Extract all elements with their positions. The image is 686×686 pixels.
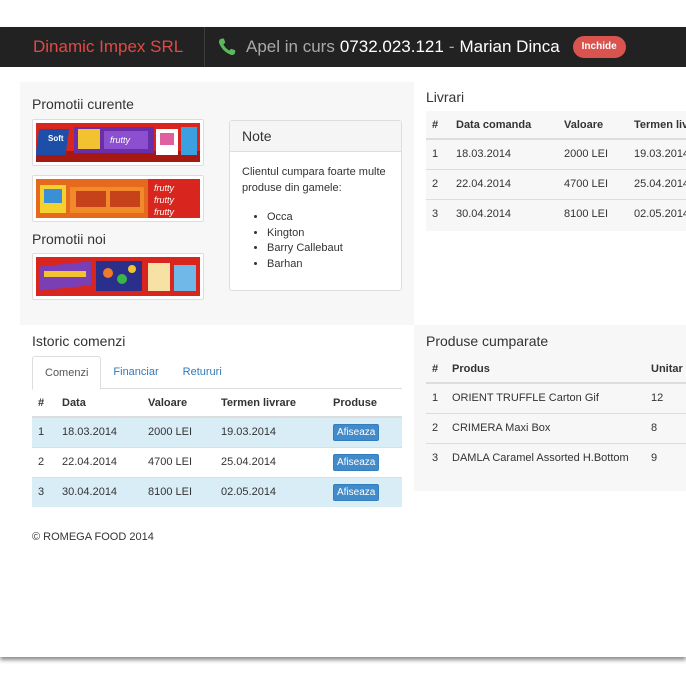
row-index: 2 (32, 446, 56, 477)
show-products-button[interactable]: Afiseaza (333, 483, 380, 501)
tab-comenzi[interactable]: Comenzi (32, 356, 102, 390)
order-history-table: # Data Valoare Termen livrare Produse 1 … (32, 389, 402, 507)
row-index: 3 (32, 476, 56, 507)
note-brand-list: Occa Kington Barry Callebaut Barhan (242, 210, 389, 272)
table-row: 1 18.03.2014 2000 LEI 19.03.2014 (426, 138, 686, 169)
show-products-button[interactable]: Afiseaza (333, 453, 380, 471)
row-index: 1 (32, 416, 56, 447)
column-header: Termen livrare (215, 389, 327, 418)
product-name: ORIENT TRUFFLE Carton Gif (446, 382, 645, 413)
column-header: Valoare (142, 389, 215, 418)
delivery-term: 02.05.2014 (628, 198, 686, 229)
caller-name: Marian Dinca (459, 37, 560, 56)
svg-text:frutty: frutty (154, 207, 175, 217)
brand-name[interactable]: Dinamic Impex SRL (0, 27, 205, 67)
table-row: 2 CRIMERA Maxi Box 8 (426, 412, 686, 443)
promo-image-1[interactable]: Soft frutty (32, 119, 204, 166)
note-brand-item: Barhan (267, 257, 389, 273)
order-date: 18.03.2014 (450, 138, 558, 169)
svg-text:Soft: Soft (48, 134, 64, 143)
promo-image-3[interactable] (32, 253, 204, 300)
order-date: 18.03.2014 (56, 416, 142, 447)
order-value: 8100 LEI (558, 198, 628, 229)
order-value: 8100 LEI (142, 476, 215, 507)
deliveries-panel: # Data comanda Valoare Termen livrare 1 … (426, 111, 686, 231)
app-window: Dinamic Impex SRL Apel in curs 0732.023.… (0, 27, 686, 657)
purchased-products-table: # Produs Unitar 1 ORIENT TRUFFLE Carton … (426, 355, 686, 473)
note-text: Clientul cumpara foarte multe produse di… (242, 166, 386, 194)
delivery-term: 19.03.2014 (215, 416, 327, 447)
column-header: Data (56, 389, 142, 418)
deliveries-title: Livrari (426, 89, 465, 105)
delivery-term: 25.04.2014 (215, 446, 327, 477)
order-date: 30.04.2014 (56, 476, 142, 507)
order-value: 2000 LEI (142, 416, 215, 447)
note-brand-item: Kington (267, 226, 389, 242)
table-row[interactable]: 3 30.04.2014 8100 LEI 02.05.2014 Afiseaz… (32, 476, 402, 507)
order-value: 2000 LEI (558, 138, 628, 169)
note-brand-item: Occa (267, 210, 389, 226)
delivery-term: 02.05.2014 (215, 476, 327, 507)
column-header: Data comanda (450, 111, 558, 140)
note-brand-item: Barry Callebaut (267, 241, 389, 257)
call-status: Apel in curs 0732.023.121 - Marian Dinca… (205, 27, 626, 67)
current-promotions-title: Promotii curente (32, 96, 134, 112)
promo-image-2[interactable]: frutty frutty frutty (32, 175, 204, 222)
tab-financiar[interactable]: Financiar (101, 356, 170, 389)
table-row: 3 30.04.2014 8100 LEI 02.05.2014 (426, 198, 686, 229)
products-table-wrap: # Produs Unitar 1 ORIENT TRUFFLE Carton … (426, 355, 686, 473)
row-index: 3 (426, 198, 450, 229)
table-row: 1 ORIENT TRUFFLE Carton Gif 12 (426, 382, 686, 413)
product-name: DAMLA Caramel Assorted H.Bottom (446, 442, 645, 473)
svg-text:frutty: frutty (154, 183, 175, 193)
history-tabs: Comenzi Financiar Retururi (32, 356, 402, 390)
column-header: # (426, 355, 446, 384)
delivery-term: 25.04.2014 (628, 168, 686, 199)
column-header: # (32, 389, 56, 418)
column-header: # (426, 111, 450, 140)
show-products-button[interactable]: Afiseaza (333, 423, 380, 441)
top-navbar: Dinamic Impex SRL Apel in curs 0732.023.… (0, 27, 686, 67)
table-row: 3 DAMLA Caramel Assorted H.Bottom 9 (426, 442, 686, 473)
phone-icon (217, 37, 237, 57)
note-panel: Note Clientul cumpara foarte multe produ… (229, 120, 402, 291)
deliveries-table: # Data comanda Valoare Termen livrare 1 … (426, 111, 686, 229)
product-name: CRIMERA Maxi Box (446, 412, 645, 443)
order-value: 4700 LEI (142, 446, 215, 477)
history-table-wrap: # Data Valoare Termen livrare Produse 1 … (32, 389, 402, 507)
row-index: 3 (426, 442, 446, 473)
svg-text:frutty: frutty (154, 195, 175, 205)
order-value: 4700 LEI (558, 168, 628, 199)
row-index: 1 (426, 382, 446, 413)
call-label: Apel in curs (246, 37, 335, 56)
order-date: 30.04.2014 (450, 198, 558, 229)
column-header: Valoare (558, 111, 628, 140)
table-row: 2 22.04.2014 4700 LEI 25.04.2014 (426, 168, 686, 199)
column-header: Unitar (645, 355, 686, 384)
column-header: Produs (446, 355, 645, 384)
new-promotions-title: Promotii noi (32, 231, 106, 247)
unit-quantity: 8 (645, 412, 686, 443)
call-number: 0732.023.121 (339, 37, 444, 56)
row-index: 2 (426, 412, 446, 443)
note-title: Note (230, 121, 401, 152)
svg-text:frutty: frutty (110, 135, 131, 145)
row-index: 2 (426, 168, 450, 199)
call-separator: - (448, 37, 455, 56)
footer-copyright: © ROMEGA FOOD 2014 (32, 531, 154, 543)
unit-quantity: 9 (645, 442, 686, 473)
row-index: 1 (426, 138, 450, 169)
tab-retururi[interactable]: Retururi (171, 356, 234, 389)
column-header: Produse (327, 389, 402, 418)
delivery-term: 19.03.2014 (628, 138, 686, 169)
order-date: 22.04.2014 (450, 168, 558, 199)
unit-quantity: 12 (645, 382, 686, 413)
table-row[interactable]: 1 18.03.2014 2000 LEI 19.03.2014 Afiseaz… (32, 416, 402, 447)
column-header: Termen livrare (628, 111, 686, 140)
order-history-title: Istoric comenzi (32, 333, 126, 349)
order-date: 22.04.2014 (56, 446, 142, 477)
purchased-products-title: Produse cumparate (426, 333, 549, 349)
table-row[interactable]: 2 22.04.2014 4700 LEI 25.04.2014 Afiseaz… (32, 446, 402, 477)
close-call-button[interactable]: Inchide (572, 36, 626, 58)
